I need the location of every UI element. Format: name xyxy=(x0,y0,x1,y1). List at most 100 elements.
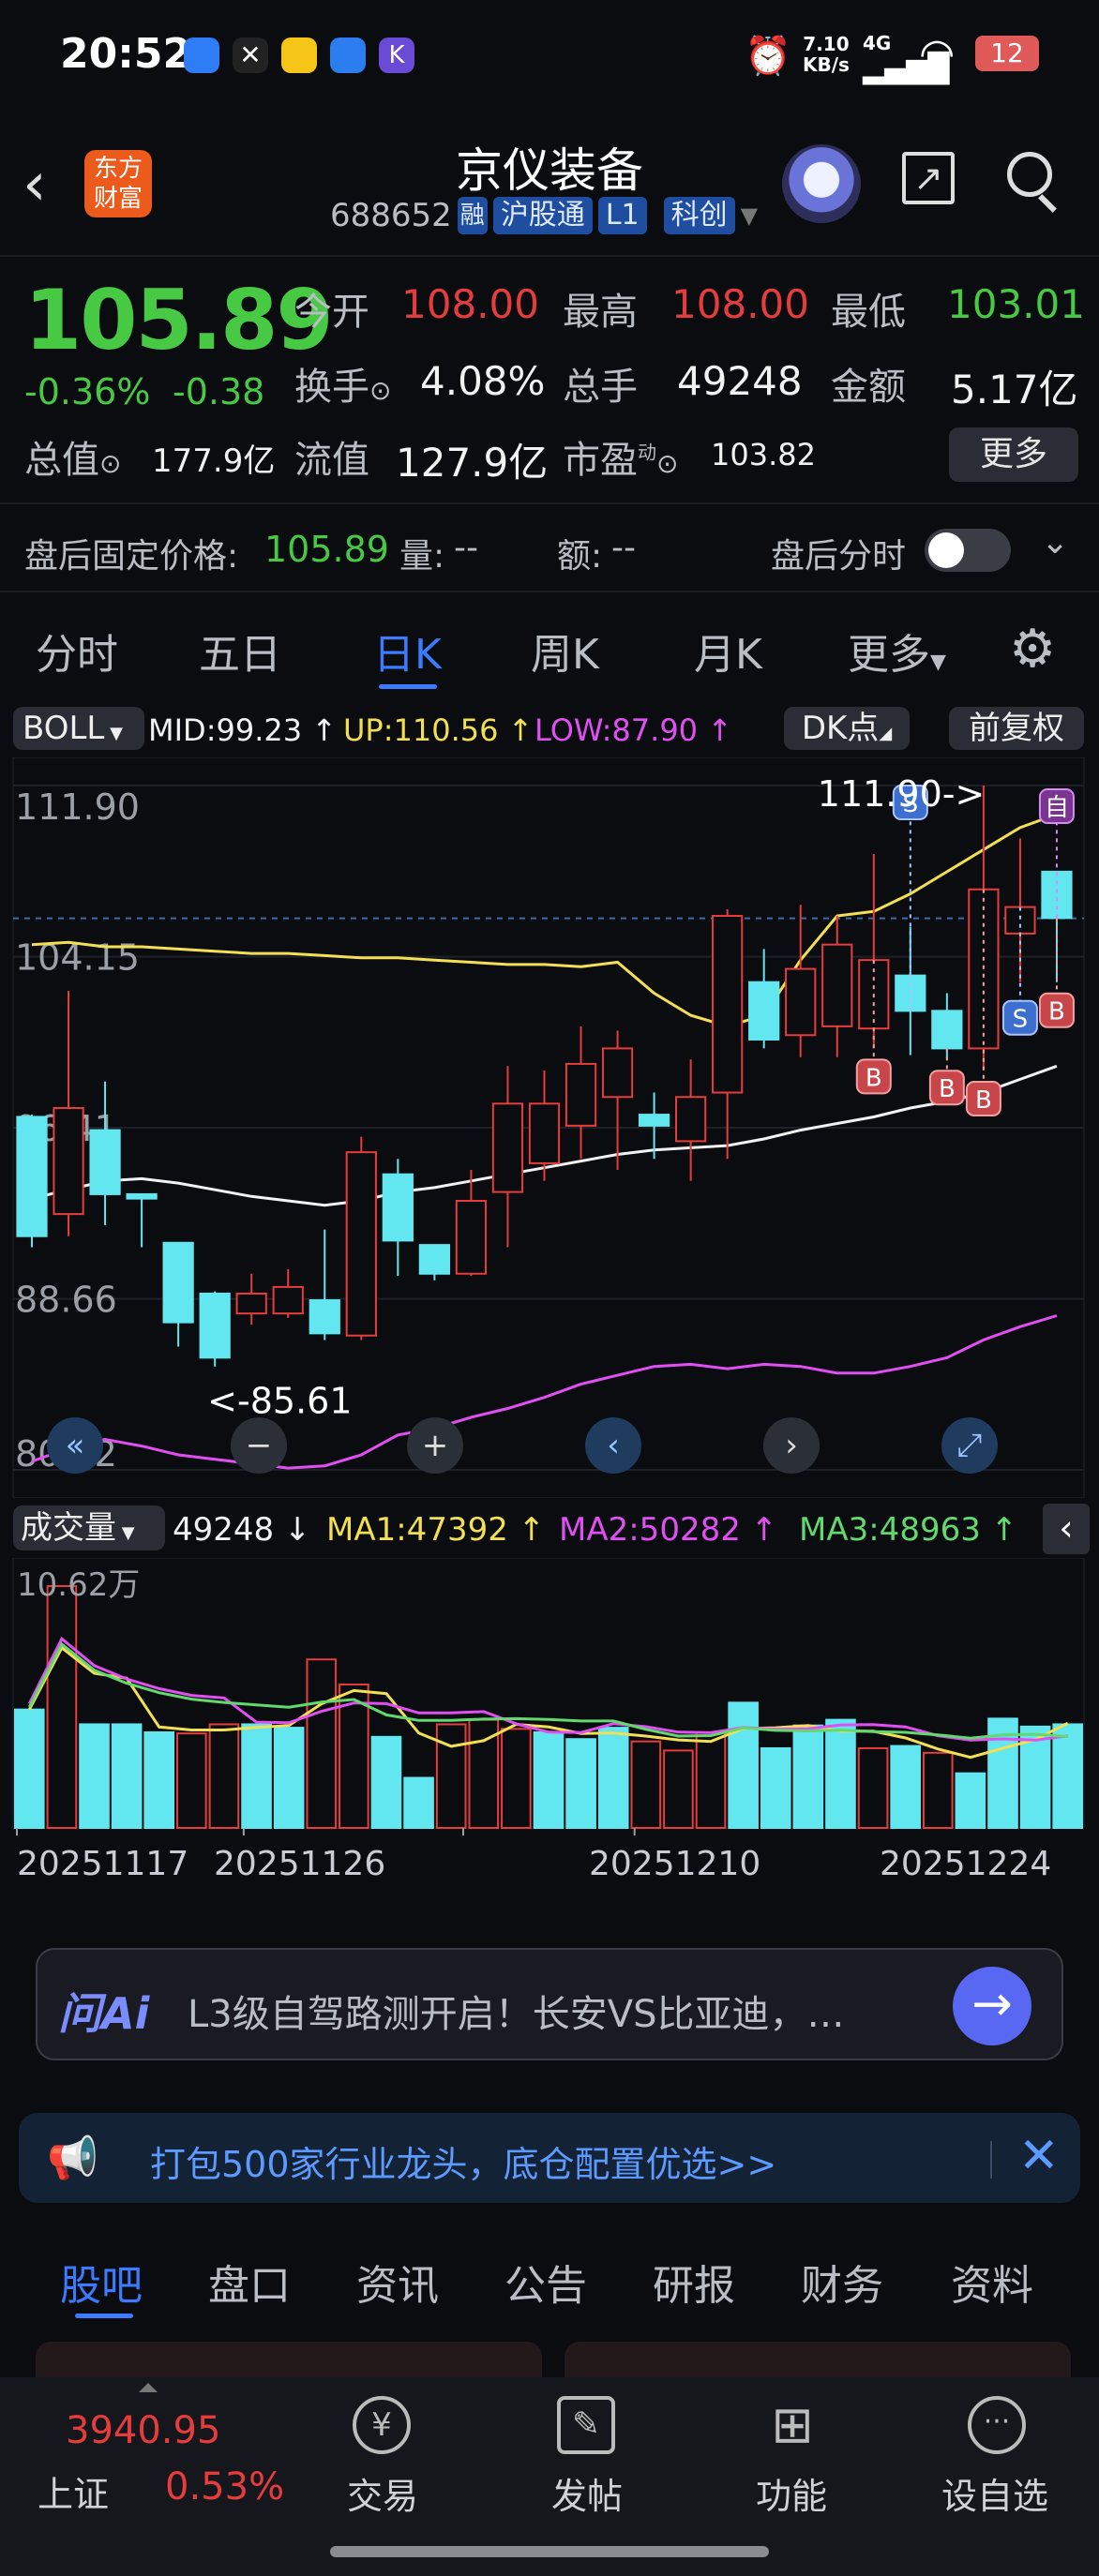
volume-chart[interactable]: 10.62万 20251117 20251126 20251210 20251224 xyxy=(0,1558,1099,1914)
gear-icon[interactable]: ⚙ xyxy=(1009,619,1056,680)
candle-body xyxy=(89,1129,121,1195)
volume-bar xyxy=(143,1730,175,1829)
robot-assistant-icon[interactable] xyxy=(782,144,861,223)
info-icon: ⊙ xyxy=(99,448,122,479)
dk-point-button[interactable]: DK点◢ xyxy=(784,707,910,750)
search-icon[interactable] xyxy=(1007,152,1052,197)
status-time: 20:52 xyxy=(60,30,192,78)
stock-code-row[interactable]: 688652 融 沪股通 L1 科创 ▼ xyxy=(330,197,758,234)
volume-bar xyxy=(890,1745,921,1829)
tab-news[interactable]: 资讯 xyxy=(356,2252,439,2312)
tab-announcements[interactable]: 公告 xyxy=(504,2252,587,2312)
candle-body xyxy=(1041,870,1073,920)
volume-bar xyxy=(46,1585,78,1829)
badge-margin: 融 xyxy=(457,197,488,234)
more-button[interactable]: 更多 xyxy=(949,427,1078,482)
ai-assistant-bar[interactable]: 问Ai L3级自驾路测开启！长安VS比亚迪，… → xyxy=(36,1948,1063,2060)
alarm-icon: ⏰ xyxy=(745,35,791,78)
candle-body xyxy=(1004,906,1036,935)
fast-back-icon[interactable]: « xyxy=(47,1417,103,1474)
message-icon xyxy=(184,37,219,73)
badge-connect: 沪股通 xyxy=(492,197,593,234)
close-icon[interactable]: ✕ xyxy=(1018,2128,1060,2184)
tab-five-day[interactable]: 五日 xyxy=(199,621,281,681)
grid-icon[interactable]: ⊞ xyxy=(763,2396,821,2454)
info-icon: ⊙ xyxy=(656,448,679,479)
zoom-out-icon[interactable]: − xyxy=(231,1417,287,1474)
volume-bar xyxy=(273,1727,305,1829)
volume-label: 总手 xyxy=(563,366,638,409)
max-price-label: 111.90-> xyxy=(818,773,986,815)
trade-icon[interactable]: ¥ xyxy=(353,2396,411,2454)
content-card[interactable] xyxy=(36,2342,542,2379)
status-bar: 20:52 ✕ K ⏰ 7.10 KB/s 4G ▂▄▆█ ◠ 12 xyxy=(0,0,1099,112)
promo-banner[interactable]: 📢 打包500家行业龙头，底仓配置优选>> ✕ xyxy=(19,2113,1080,2203)
tab-finance[interactable]: 财务 xyxy=(801,2252,883,2312)
collapse-button[interactable]: ‹ xyxy=(1043,1504,1090,1554)
tab-monthly-k[interactable]: 月K xyxy=(694,621,762,681)
after-hours-price: 105.89 xyxy=(264,529,389,570)
after-hours-toggle-label: 盘后分时 xyxy=(771,537,907,576)
after-hours-toggle[interactable] xyxy=(925,529,1011,572)
period-tabs: 分时 五日 日K 周K 月K 更多▼ ⚙ xyxy=(0,592,1099,697)
fullscreen-icon[interactable]: ⤢ xyxy=(941,1417,998,1474)
adjust-button[interactable]: 前复权 xyxy=(949,707,1084,750)
content-card[interactable] xyxy=(565,2342,1071,2379)
volume-bar xyxy=(111,1723,143,1829)
volume-bar xyxy=(663,1749,694,1829)
tab-intraday[interactable]: 分时 xyxy=(36,621,118,681)
tab-weekly-k[interactable]: 周K xyxy=(531,621,599,681)
indicator-select[interactable]: BOLL ▼ xyxy=(13,707,144,750)
signal-label: 4G xyxy=(863,32,892,54)
volume-value: 49248 ↓ xyxy=(173,1511,311,1549)
candle-body xyxy=(345,1151,377,1337)
candle-body xyxy=(748,981,780,1041)
prev-icon[interactable]: ‹ xyxy=(585,1417,641,1474)
arrow-right-icon[interactable]: → xyxy=(953,1967,1031,2045)
mktcap-label[interactable]: 总值⊙ xyxy=(24,429,121,484)
more-dots-icon[interactable]: ··· xyxy=(968,2396,1026,2454)
pe-label[interactable]: 市盈动⊙ xyxy=(563,429,678,484)
next-icon[interactable]: › xyxy=(763,1417,820,1474)
nav-trade[interactable]: 交易 xyxy=(347,2467,418,2519)
tab-forum[interactable]: 股吧 xyxy=(60,2252,143,2312)
net-speed-unit: KB/s xyxy=(803,53,850,76)
volume-bar xyxy=(306,1658,338,1830)
chevron-down-icon[interactable]: ⌄ xyxy=(1041,523,1069,562)
index-name[interactable]: 上证 xyxy=(38,2465,109,2517)
compose-icon[interactable]: ✎ xyxy=(557,2396,615,2454)
volume-bar xyxy=(533,1730,565,1829)
nav-functions[interactable]: 功能 xyxy=(756,2467,827,2519)
candle-body xyxy=(16,1116,48,1237)
tab-orderbook[interactable]: 盘口 xyxy=(208,2252,291,2312)
info-tabs: 股吧 盘口 资讯 公告 研报 财务 资料 xyxy=(0,2225,1099,2329)
boll-up: UP:110.56 ↑ xyxy=(343,712,534,748)
volume-bar xyxy=(1052,1723,1083,1829)
date-tick-label: 20251126 xyxy=(214,1845,385,1883)
nav-watchlist[interactable]: 设自选 xyxy=(941,2467,1048,2519)
low-label: 最低 xyxy=(831,291,906,334)
badge-star: 科创 xyxy=(663,197,735,234)
volume-bar xyxy=(370,1735,402,1829)
tab-research[interactable]: 研报 xyxy=(653,2252,735,2312)
k-app-icon: K xyxy=(379,37,414,73)
kline-chart[interactable]: 111.90104.1596.4188.6680.92BBBBSS自111.90… xyxy=(0,757,1099,1498)
volume-indicator-select[interactable]: 成交量 ▼ xyxy=(13,1505,165,1550)
tab-profile[interactable]: 资料 xyxy=(951,2252,1033,2312)
turnover-label[interactable]: 换手⊙ xyxy=(294,356,391,411)
date-tick-label: 20251224 xyxy=(880,1845,1051,1883)
y-tick-label: 88.66 xyxy=(15,1280,117,1321)
y-tick-label: 111.90 xyxy=(15,786,140,828)
zoom-in-icon[interactable]: + xyxy=(407,1417,463,1474)
index-value[interactable]: 3940.95 xyxy=(66,2409,220,2452)
candle-body xyxy=(309,1299,340,1335)
nav-post[interactable]: 发帖 xyxy=(551,2467,623,2519)
candle-body xyxy=(675,1096,707,1143)
after-hours-row: 盘后固定价格: 105.89 量: -- 额: -- 盘后分时 ⌄ xyxy=(24,523,1070,576)
candle-body xyxy=(785,967,817,1037)
after-hours-volume: -- xyxy=(454,529,478,567)
tab-more[interactable]: 更多▼ xyxy=(848,621,946,681)
volume-bar xyxy=(176,1732,207,1829)
tab-daily-k[interactable]: 日K xyxy=(373,621,442,681)
share-icon[interactable]: ↗ xyxy=(902,152,955,204)
